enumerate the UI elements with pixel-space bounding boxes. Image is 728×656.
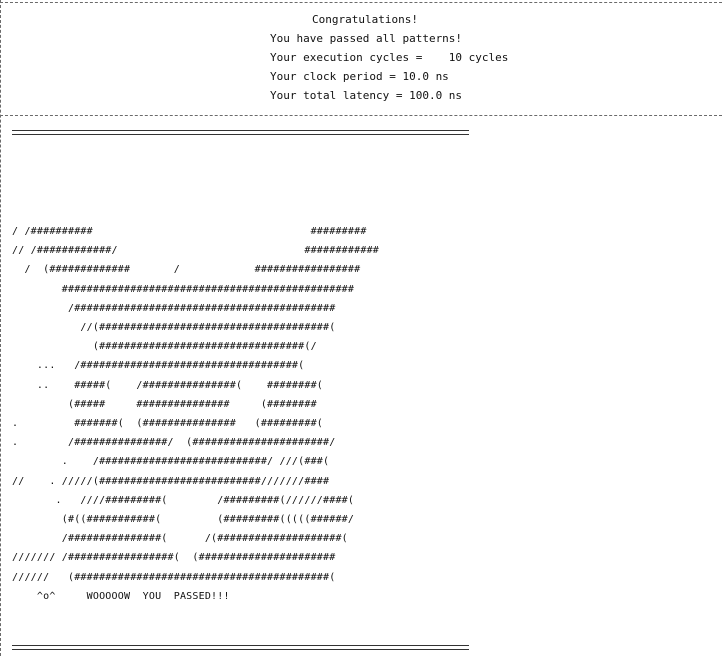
middle-dashed-separator [0, 115, 722, 116]
congratulations-title: Congratulations! [312, 13, 418, 26]
terminal-left-border [0, 0, 1, 656]
ascii-art-line: . /###############/ (###################… [12, 437, 336, 449]
ascii-art-line: /////// /#################( (###########… [12, 552, 336, 564]
ascii-art-line: . /###########################/ ///(###( [12, 456, 330, 468]
double-rule-top [12, 130, 469, 135]
ascii-art-line: .. #####( /###############( ########( [12, 379, 324, 391]
ascii-art-line: (#((###########( (#########(((((######/ [12, 514, 355, 526]
ascii-art-line: (##### ############### (######## [12, 398, 317, 410]
ascii-art-line: . #######( (############### (#########( [12, 418, 324, 430]
execution-cycles-text: Your execution cycles = 10 cycles [270, 51, 509, 64]
ascii-art-line: /###############( /(####################… [12, 533, 348, 545]
ascii-art-line: / (############# / ################# [12, 264, 361, 276]
ascii-art-line: ////// (################################… [12, 571, 336, 583]
top-dashed-separator [0, 2, 722, 3]
ascii-art-line: // /############/ ############ [12, 245, 380, 257]
ascii-art-line: / /########## ######### [12, 226, 367, 237]
ascii-art-line: (#################################(/ [12, 341, 317, 353]
clock-period-text: Your clock period = 10.0 ns [270, 70, 449, 83]
total-latency-text: Your total latency = 100.0 ns [270, 89, 463, 102]
ascii-art-line: . ////#########( /#########(//////####( [12, 494, 355, 506]
double-rule-bottom [12, 645, 469, 650]
ascii-art-line: ... /###################################… [12, 360, 305, 372]
ascii-art-line: // . /////(##########################///… [12, 475, 330, 487]
ascii-art-line: //(#####################################… [12, 322, 336, 334]
ascii-art-line: /#######################################… [12, 302, 336, 314]
ascii-art-passed-banner: / /########## ######### // /############… [12, 222, 379, 606]
ascii-art-line: ^o^ WOOOOOW YOU PASSED!!! [12, 590, 230, 602]
passed-patterns-text: You have passed all patterns! [270, 32, 463, 45]
ascii-art-line: ########################################… [12, 283, 355, 295]
